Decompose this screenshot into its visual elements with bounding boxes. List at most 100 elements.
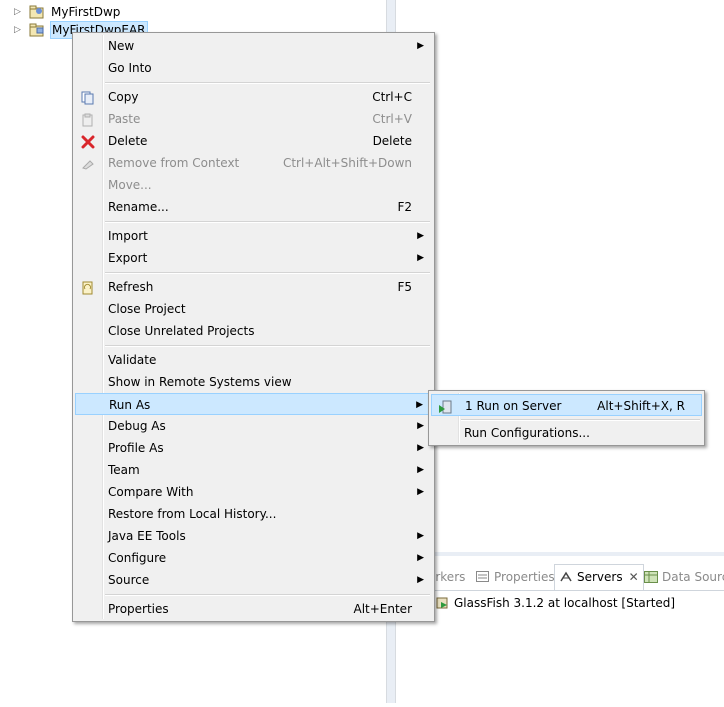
menu-item-label: Restore from Local History... (108, 507, 277, 521)
menu-item-debug-as[interactable]: Debug As ▶ (75, 415, 432, 437)
menu-item-export[interactable]: Export ▶ (75, 247, 432, 269)
menu-item-label: Java EE Tools (108, 529, 186, 543)
menu-item-label: Export (108, 251, 148, 265)
menu-item-profile-as[interactable]: Profile As ▶ (75, 437, 432, 459)
menu-item-label: Delete (108, 134, 148, 148)
menu-separator (105, 272, 430, 274)
expand-icon[interactable]: ▷ (14, 3, 24, 21)
server-entry-label: GlassFish 3.1.2 at localhost [Started] (454, 596, 676, 610)
menu-item-shortcut: Alt+Shift+X, R (597, 399, 685, 413)
menu-item-rename[interactable]: Rename... F2 (75, 196, 432, 218)
menu-item-label: Debug As (108, 419, 166, 433)
server-entry[interactable]: GlassFish 3.1.2 at localhost [Started] (436, 594, 675, 612)
ear-project-icon (29, 23, 45, 37)
submenu-arrow-icon: ▶ (417, 253, 424, 263)
menu-item-shortcut: F5 (397, 280, 412, 294)
submenu-arrow-icon: ▶ (417, 443, 424, 453)
menu-item-shortcut: Ctrl+C (372, 90, 412, 104)
tab-properties[interactable]: Properties (476, 566, 555, 588)
menu-item-move[interactable]: Move... (75, 174, 432, 196)
menu-item-restore-from-local-history[interactable]: Restore from Local History... (75, 503, 432, 525)
bottom-panel: arkers Properties Servers✕ Data Source G… (396, 552, 724, 707)
menu-item-new[interactable]: New ▶ (75, 35, 432, 57)
submenu-arrow-icon: ▶ (417, 575, 424, 585)
menu-item-paste[interactable]: Paste Ctrl+V (75, 108, 432, 130)
menu-item-label: Properties (108, 602, 169, 616)
expand-icon[interactable]: ▷ (14, 21, 24, 39)
menu-item-label: Copy (108, 90, 139, 104)
menu-item-label: Go Into (108, 61, 152, 75)
paste-icon (81, 112, 95, 127)
project-icon (29, 5, 45, 19)
delete-icon (81, 134, 95, 149)
menu-item-delete[interactable]: Delete Delete (75, 130, 432, 152)
menu-item-close-project[interactable]: Close Project (75, 298, 432, 320)
tab-servers[interactable]: Servers ✕ (554, 564, 644, 590)
submenu-arrow-icon: ▶ (417, 487, 424, 497)
menu-item-refresh[interactable]: Refresh F5 (75, 276, 432, 298)
submenu-arrow-icon: ▶ (417, 421, 424, 431)
menu-item-java-ee-tools[interactable]: Java EE Tools ▶ (75, 525, 432, 547)
menu-item-label: Source (108, 573, 150, 587)
menu-item-label: Run As (109, 398, 151, 412)
menu-item-shortcut: Ctrl+Alt+Shift+Down (282, 156, 412, 170)
servers-icon (559, 567, 573, 582)
submenu-arrow-icon: ▶ (417, 465, 424, 475)
menu-item-configure[interactable]: Configure ▶ (75, 547, 432, 569)
menu-item-go-into[interactable]: Go Into (75, 57, 432, 79)
tab-data-source[interactable]: Data Source (644, 566, 724, 588)
menu-item-properties[interactable]: Properties Alt+Enter (75, 598, 432, 620)
menu-item-label: New (108, 39, 135, 53)
menu-item-label: Import (108, 229, 148, 243)
menu-item-label: Close Unrelated Projects (108, 324, 255, 338)
menu-item-label: Profile As (108, 441, 164, 455)
menu-item-validate[interactable]: Validate (75, 349, 432, 371)
menu-item-show-in-remote-systems[interactable]: Show in Remote Systems view (75, 371, 432, 393)
properties-icon (476, 568, 490, 582)
menu-item-label: Move... (108, 178, 152, 192)
menu-separator (105, 345, 430, 347)
tab-label: Properties (494, 570, 555, 584)
submenu-arrow-icon: ▶ (417, 553, 424, 563)
menu-item-compare-with[interactable]: Compare With ▶ (75, 481, 432, 503)
data-source-icon (644, 568, 658, 583)
tab-label: Data Source (662, 570, 724, 584)
menu-separator (105, 221, 430, 223)
menu-separator (105, 82, 430, 84)
menu-item-shortcut: Delete (372, 134, 412, 148)
copy-icon (81, 90, 95, 105)
menu-item-team[interactable]: Team ▶ (75, 459, 432, 481)
menu-item-run-on-server[interactable]: 1 Run on Server Alt+Shift+X, R (431, 394, 702, 416)
menu-item-source[interactable]: Source ▶ (75, 569, 432, 591)
menu-item-import[interactable]: Import ▶ (75, 225, 432, 247)
menu-item-run-as[interactable]: Run As ▶ (75, 393, 432, 415)
menu-item-run-configurations[interactable]: Run Configurations... (431, 422, 702, 444)
menu-item-label: Rename... (108, 200, 169, 214)
refresh-icon (81, 280, 95, 295)
glassfish-server-icon (436, 596, 450, 610)
menu-item-label: Remove from Context (108, 156, 240, 170)
close-icon[interactable]: ✕ (629, 570, 639, 584)
menu-item-label: Refresh (108, 280, 154, 294)
context-menu: New ▶ Go Into Copy Ctrl+C Paste Ctrl+V D… (72, 32, 435, 622)
run-on-server-icon (438, 399, 452, 414)
menu-item-copy[interactable]: Copy Ctrl+C (75, 86, 432, 108)
menu-separator (461, 419, 700, 421)
menu-item-shortcut: Alt+Enter (353, 602, 412, 616)
editor-area (396, 0, 724, 552)
remove-context-icon (81, 156, 95, 170)
menu-item-remove-from-context[interactable]: Remove from Context Ctrl+Alt+Shift+Down (75, 152, 432, 174)
tab-label: Servers (577, 570, 623, 584)
menu-item-shortcut: F2 (397, 200, 412, 214)
run-as-submenu: 1 Run on Server Alt+Shift+X, R Run Confi… (428, 390, 705, 446)
menu-item-shortcut: Ctrl+V (372, 112, 412, 126)
submenu-arrow-icon: ▶ (417, 41, 424, 51)
menu-item-label: Compare With (108, 485, 194, 499)
menu-item-label: Close Project (108, 302, 186, 316)
bottom-panel-tabs: arkers Properties Servers✕ Data Source (396, 564, 724, 591)
submenu-arrow-icon: ▶ (417, 231, 424, 241)
menu-item-close-unrelated-projects[interactable]: Close Unrelated Projects (75, 320, 432, 342)
menu-item-label: Configure (108, 551, 167, 565)
menu-item-label: Paste (108, 112, 141, 126)
menu-item-label: Run Configurations... (464, 426, 590, 440)
